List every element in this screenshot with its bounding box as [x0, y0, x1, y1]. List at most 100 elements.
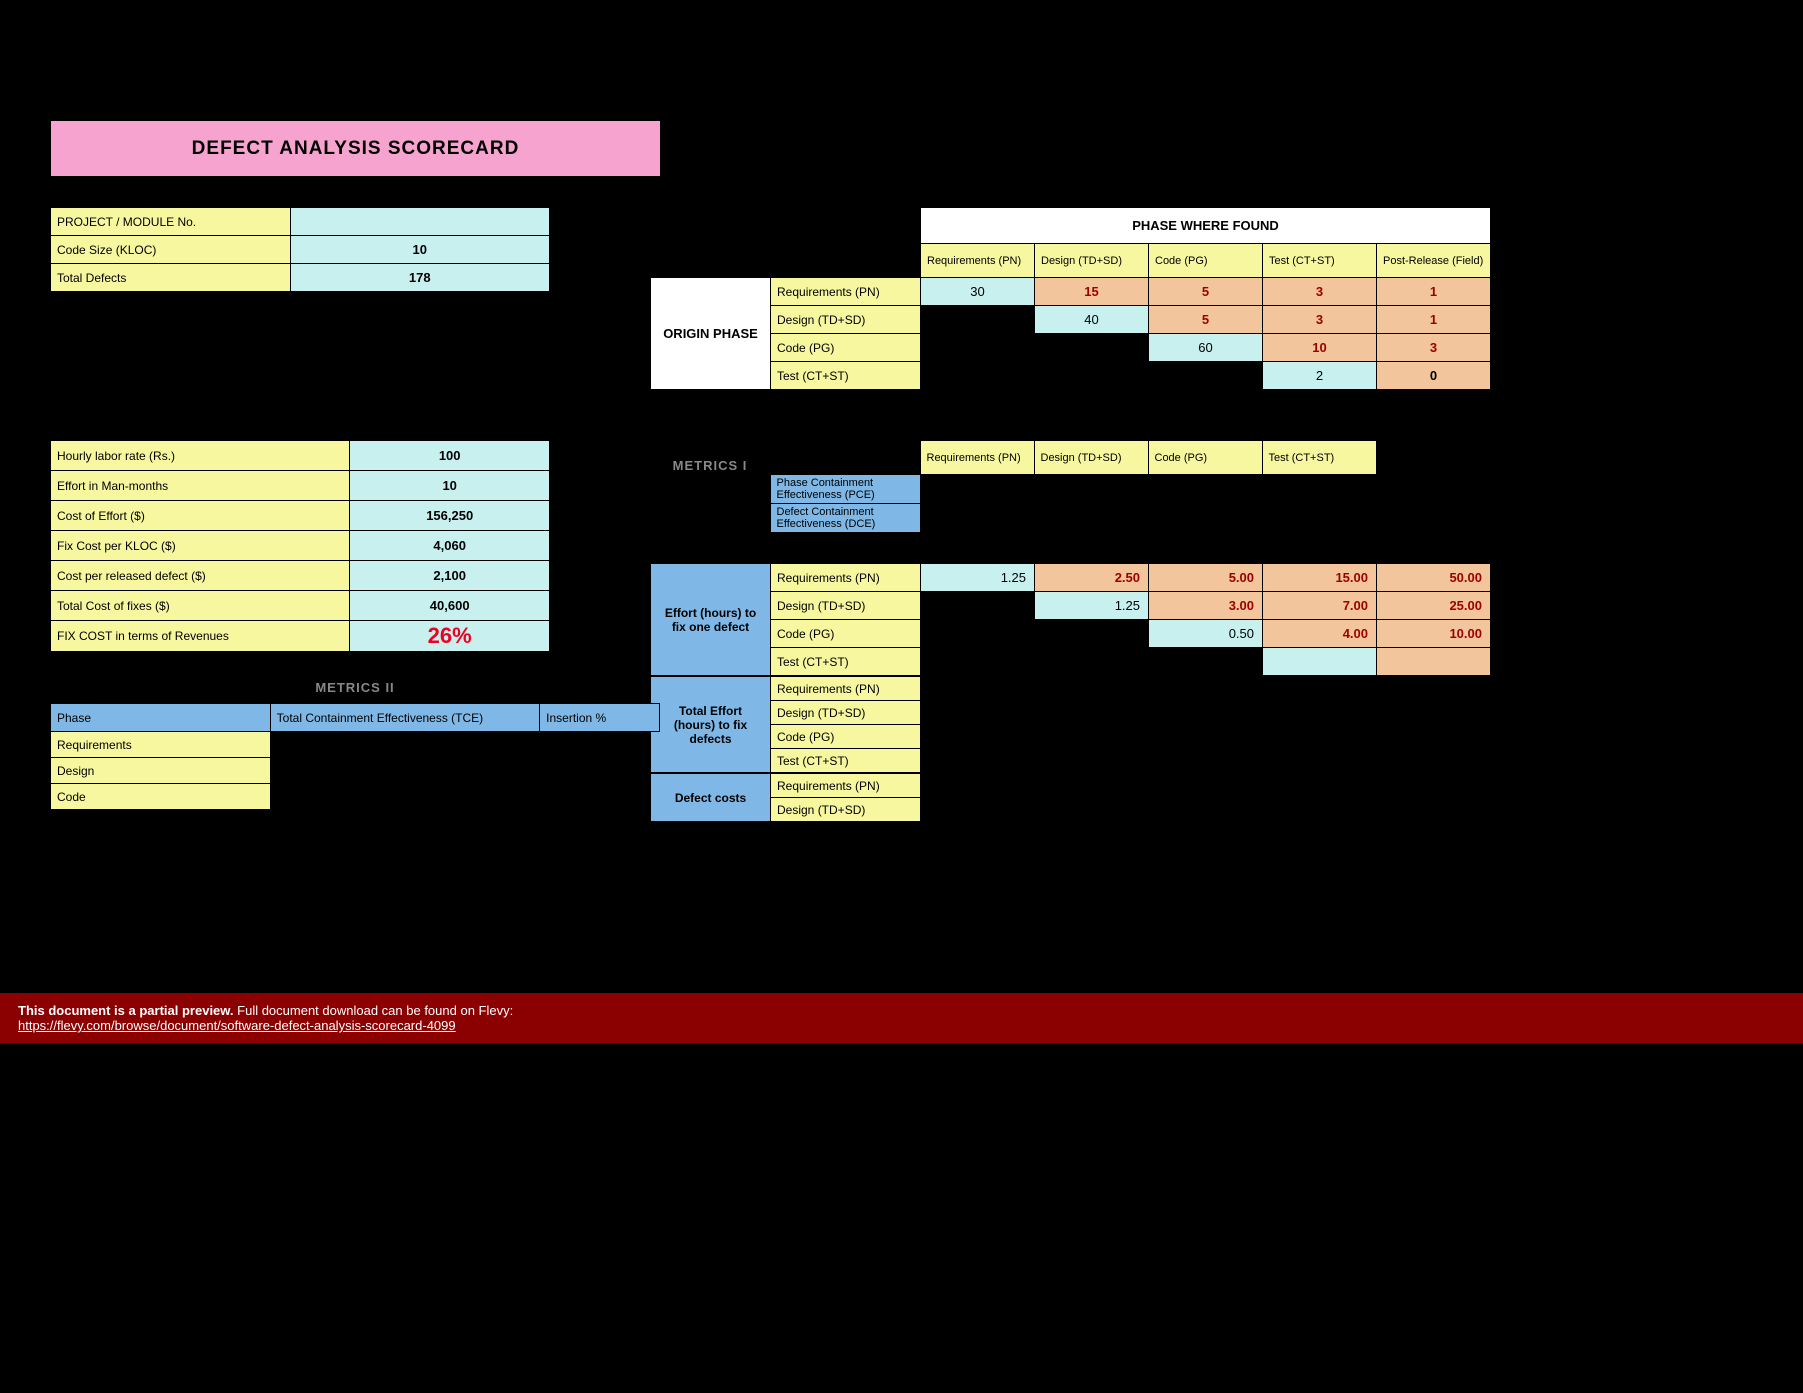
effort-cell: [1035, 620, 1149, 648]
metrics2-label: METRICS II: [50, 680, 660, 695]
effort-cell: 0.50: [1149, 620, 1263, 648]
effort-cell: [921, 592, 1035, 620]
left2-value: 2,100: [350, 561, 550, 591]
effort-cell: [1377, 648, 1491, 676]
left2-label: Total Cost of fixes ($): [51, 591, 350, 621]
m1-col: Test (CT+ST): [1262, 441, 1376, 475]
effort-cell: 15.00: [1263, 564, 1377, 592]
effort-cell: 10.00: [1377, 620, 1491, 648]
left2-label: Effort in Man-months: [51, 471, 350, 501]
te-row: Test (CT+ST): [771, 749, 921, 773]
left1-value: 10: [290, 236, 549, 264]
footer-bold: This document is a partial preview.: [18, 1003, 234, 1018]
effort-label: Effort (hours) to fix one defect: [651, 564, 771, 676]
left2-value: 26%: [350, 621, 550, 652]
page-title: DEFECT ANALYSIS SCORECARD: [51, 121, 661, 177]
te-row: Design (TD+SD): [771, 701, 921, 725]
summary-table-1: PROJECT / MODULE No.Code Size (KLOC)10To…: [50, 207, 550, 292]
m1-col: Requirements (PN): [920, 441, 1034, 475]
effort-cell: 3.00: [1149, 592, 1263, 620]
effort-row: Requirements (PN): [771, 564, 921, 592]
origin-cell: 2: [1263, 362, 1377, 390]
phase-col: Post-Release (Field): [1377, 244, 1491, 278]
left1-value: [290, 208, 549, 236]
origin-cell: 5: [1149, 306, 1263, 334]
left1-value: 178: [290, 264, 549, 292]
phase-col: Design (TD+SD): [1035, 244, 1149, 278]
effort-cell: [1035, 648, 1149, 676]
m2-row: Code: [51, 784, 271, 810]
m1-row: Defect Containment Effectiveness (DCE): [770, 504, 920, 533]
left2-label: Hourly labor rate (Rs.): [51, 441, 350, 471]
total-effort-table: Total Effort (hours) to fix defectsRequi…: [650, 676, 921, 773]
left2-value: 40,600: [350, 591, 550, 621]
effort-cell: 50.00: [1377, 564, 1491, 592]
te-row: Requirements (PN): [771, 677, 921, 701]
origin-cell: [921, 362, 1035, 390]
origin-cell: 3: [1263, 306, 1377, 334]
effort-cell: 1.25: [1035, 592, 1149, 620]
origin-cell: [921, 334, 1035, 362]
effort-cell: [1263, 648, 1377, 676]
effort-row: Code (PG): [771, 620, 921, 648]
effort-cell: [921, 620, 1035, 648]
origin-cell: [1035, 362, 1149, 390]
origin-cell: 3: [1263, 278, 1377, 306]
phase-col: Code (PG): [1149, 244, 1263, 278]
origin-cell: [1035, 334, 1149, 362]
phase-where-found: PHASE WHERE FOUND Requirements (PN)Desig…: [650, 207, 1491, 390]
left2-label: Cost per released defect ($): [51, 561, 350, 591]
origin-cell: 0: [1377, 362, 1491, 390]
effort-cell: 5.00: [1149, 564, 1263, 592]
summary-table-2: Hourly labor rate (Rs.)100Effort in Man-…: [50, 440, 550, 652]
effort-cell: [921, 648, 1035, 676]
origin-cell: [921, 306, 1035, 334]
origin-phase-label: ORIGIN PHASE: [651, 278, 771, 390]
left2-label: Cost of Effort ($): [51, 501, 350, 531]
origin-cell: 10: [1263, 334, 1377, 362]
m1-col: Design (TD+SD): [1034, 441, 1148, 475]
m2-hdr: Total Containment Effectiveness (TCE): [270, 704, 540, 732]
dc-row: Requirements (PN): [771, 774, 921, 798]
m1-row: Phase Containment Effectiveness (PCE): [770, 475, 920, 504]
total-effort-label: Total Effort (hours) to fix defects: [651, 677, 771, 773]
left2-value: 10: [350, 471, 550, 501]
phase-col: Requirements (PN): [921, 244, 1035, 278]
metrics1-table: METRICS I Requirements (PN)Design (TD+SD…: [650, 440, 1377, 475]
effort-table: Effort (hours) to fix one defectRequirem…: [650, 563, 1491, 676]
origin-cell: 1: [1377, 306, 1491, 334]
origin-cell: 40: [1035, 306, 1149, 334]
left1-label: Total Defects: [51, 264, 291, 292]
title-block: DEFECT ANALYSIS SCORECARD: [50, 120, 661, 177]
left2-value: 100: [350, 441, 550, 471]
origin-row: Design (TD+SD): [771, 306, 921, 334]
m2-hdr: Insertion %: [540, 704, 660, 732]
footer-text: Full document download can be found on F…: [234, 1003, 514, 1018]
metrics2-table: PhaseTotal Containment Effectiveness (TC…: [50, 703, 660, 810]
te-row: Code (PG): [771, 725, 921, 749]
effort-cell: 2.50: [1035, 564, 1149, 592]
effort-row: Test (CT+ST): [771, 648, 921, 676]
origin-cell: 1: [1377, 278, 1491, 306]
defect-costs-table: Defect costsRequirements (PN)Design (TD+…: [650, 773, 921, 822]
m2-hdr: Phase: [51, 704, 271, 732]
left2-label: Fix Cost per KLOC ($): [51, 531, 350, 561]
effort-cell: 4.00: [1263, 620, 1377, 648]
effort-cell: 25.00: [1377, 592, 1491, 620]
origin-cell: 60: [1149, 334, 1263, 362]
footer-link[interactable]: https://flevy.com/browse/document/softwa…: [18, 1018, 456, 1033]
effort-cell: [1149, 648, 1263, 676]
left2-label: FIX COST in terms of Revenues: [51, 621, 350, 652]
m1-col: Code (PG): [1148, 441, 1262, 475]
origin-row: Code (PG): [771, 334, 921, 362]
origin-cell: [1149, 362, 1263, 390]
origin-cell: 3: [1377, 334, 1491, 362]
origin-row: Requirements (PN): [771, 278, 921, 306]
left2-value: 4,060: [350, 531, 550, 561]
phase-header: PHASE WHERE FOUND: [921, 208, 1491, 244]
origin-cell: 15: [1035, 278, 1149, 306]
phase-col: Test (CT+ST): [1263, 244, 1377, 278]
effort-row: Design (TD+SD): [771, 592, 921, 620]
origin-cell: 30: [921, 278, 1035, 306]
preview-footer: This document is a partial preview. Full…: [0, 993, 1803, 1043]
